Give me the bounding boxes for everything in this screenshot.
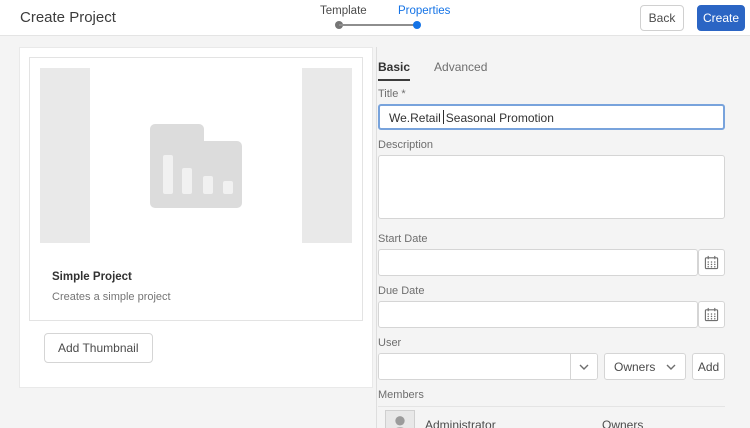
title-value-after-cursor: Seasonal Promotion [445,110,554,125]
due-date-row [378,301,725,328]
add-thumbnail-button[interactable]: Add Thumbnail [44,333,153,363]
due-date-label: Due Date [378,285,425,297]
template-card[interactable]: Simple Project Creates a simple project [29,57,363,321]
user-label: User [378,337,402,349]
step-properties-dot[interactable] [413,21,421,29]
members-label: Members [378,389,424,401]
stepper-connector-line [339,24,416,26]
user-dropdown-button[interactable] [570,354,597,379]
chevron-down-icon [579,364,589,370]
user-combobox [378,353,598,380]
wizard-header: Create Project Template Properties Back … [0,0,750,36]
create-project-wizard: Create Project Template Properties Back … [0,0,750,428]
start-date-label: Start Date [378,233,428,245]
members-table: Administrator Owners [378,406,725,428]
due-date-input[interactable] [378,301,698,328]
start-date-calendar-button[interactable] [698,249,725,276]
thumbnail-placeholder-bar-left [40,68,90,243]
project-folder-icon [150,124,242,208]
panel-divider [376,47,377,428]
back-button[interactable]: Back [640,5,684,31]
member-row[interactable]: Administrator Owners [378,407,725,428]
role-selected-value: Owners [614,359,656,374]
add-user-button[interactable]: Add [692,353,725,380]
template-name: Simple Project [52,271,132,283]
description-label: Description [378,139,434,151]
member-role: Owners [602,418,644,428]
step-properties-label[interactable]: Properties [398,5,450,17]
due-date-calendar-button[interactable] [698,301,725,328]
role-select[interactable]: Owners [604,353,686,380]
step-template-label[interactable]: Template [320,5,367,17]
thumbnail-placeholder-bar-right [302,68,352,243]
template-panel: Simple Project Creates a simple project … [19,47,373,388]
template-card-text: Simple Project Creates a simple project [30,251,362,320]
member-name: Administrator [425,418,496,428]
page-title: Create Project [20,9,116,26]
avatar [385,410,415,428]
create-button[interactable]: Create [697,5,745,31]
text-cursor [442,109,444,124]
wizard-stepper: Template Properties [310,4,455,32]
start-date-input[interactable] [378,249,698,276]
template-thumbnail [30,58,362,251]
title-value-before-cursor: We.Retail [389,110,441,125]
title-label: Title * [378,88,406,100]
user-input[interactable] [379,354,570,379]
template-description: Creates a simple project [52,291,171,303]
description-textarea[interactable] [378,155,725,219]
properties-form: Basic Advanced Title * We.Retail Seasonal… [378,47,725,428]
calendar-icon [704,307,719,322]
start-date-row [378,249,725,276]
calendar-icon [704,255,719,270]
tab-advanced[interactable]: Advanced [434,60,487,81]
title-input[interactable]: We.Retail Seasonal Promotion [378,104,725,130]
user-silhouette-icon [395,416,405,428]
user-row: Owners Add [378,353,725,380]
chevron-down-icon [666,364,676,370]
tab-basic[interactable]: Basic [378,60,411,81]
form-tabs: Basic Advanced [378,47,725,81]
